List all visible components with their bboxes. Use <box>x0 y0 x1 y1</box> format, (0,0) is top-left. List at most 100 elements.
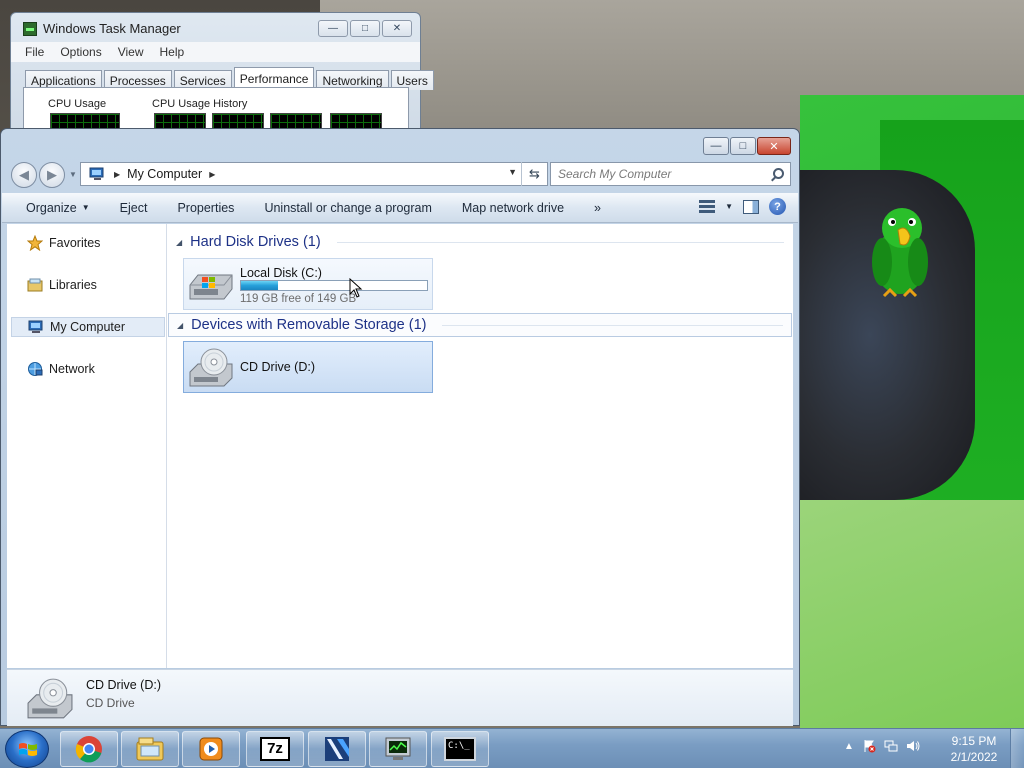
search-placeholder: Search My Computer <box>558 167 672 181</box>
map-network-drive-button[interactable]: Map network drive <box>447 201 579 215</box>
tm-menu-view[interactable]: View <box>118 45 144 59</box>
parrot-icon[interactable] <box>862 200 938 304</box>
details-item-type: CD Drive <box>86 696 135 710</box>
system-clock[interactable]: 9:15 PM 2/1/2022 <box>946 733 1002 765</box>
taskbar-media-player[interactable] <box>182 731 240 767</box>
explorer-window[interactable]: — □ ✕ ◀ ▶ ▼ ▶ My Computer ▶ ▼ ⇆ Search M… <box>0 128 800 726</box>
network-icon <box>28 362 43 376</box>
breadcrumb-my-computer[interactable]: My Computer <box>127 167 202 181</box>
taskbar-explorer[interactable] <box>121 731 179 767</box>
taskbar-task-manager[interactable] <box>369 731 427 767</box>
taskbar-chrome[interactable] <box>60 731 118 767</box>
task-manager-icon <box>385 737 411 760</box>
drive-free-space: 119 GB free of 149 GB <box>240 293 357 305</box>
computer-icon <box>89 167 104 180</box>
file-list: ◢ Hard Disk Drives (1) Local Disk (C:) 1… <box>168 224 793 668</box>
sidebar-item-favorites[interactable]: Favorites <box>7 233 165 253</box>
hard-drive-icon <box>189 274 233 300</box>
minimize-button[interactable]: — <box>703 137 729 155</box>
maximize-button[interactable]: □ <box>730 137 756 155</box>
close-button[interactable]: ✕ <box>757 137 791 155</box>
system-tray: ▲ <box>844 739 920 753</box>
preview-pane-icon[interactable] <box>743 199 759 214</box>
taskbar-app[interactable] <box>308 731 366 767</box>
start-button[interactable] <box>5 730 49 768</box>
cpu-history-label: CPU Usage History <box>152 98 248 110</box>
details-pane: CD Drive (D:) CD Drive <box>7 669 793 726</box>
taskbar: 7z C:\_ ▲ 9:15 PM 2/1/2022 <box>0 728 1024 768</box>
eject-button[interactable]: Eject <box>105 201 163 215</box>
computer-icon <box>28 320 43 333</box>
sidebar-item-label: Favorites <box>49 236 101 250</box>
explorer-body: Favorites Libraries My Computer Network … <box>7 224 793 668</box>
tm-menu-help[interactable]: Help <box>160 45 185 59</box>
details-item-name: CD Drive (D:) <box>86 678 161 692</box>
breadcrumb-separator-icon[interactable]: ▶ <box>114 170 120 179</box>
collapse-triangle-icon[interactable]: ◢ <box>176 238 182 247</box>
7zip-icon: 7z <box>260 737 290 761</box>
mouse-cursor-icon <box>349 278 363 298</box>
cpu-usage-label: CPU Usage <box>48 98 107 110</box>
task-manager-title: Windows Task Manager <box>43 21 181 36</box>
forward-button[interactable]: ▶ <box>39 162 65 188</box>
clock-time: 9:15 PM <box>951 734 997 748</box>
drive-tile-local-disk-c[interactable]: Local Disk (C:) 119 GB free of 149 GB <box>183 258 433 310</box>
task-manager-window[interactable]: Windows Task Manager — □ ✕ File Options … <box>10 12 434 143</box>
cd-drive-icon <box>189 348 233 387</box>
drive-usage-fill <box>241 281 279 290</box>
volume-icon[interactable] <box>906 739 920 753</box>
cmd-icon: C:\_ <box>444 737 476 761</box>
sidebar-item-label: Libraries <box>49 278 97 292</box>
taskbar-cmd[interactable]: C:\_ <box>431 731 489 767</box>
refresh-button[interactable]: ⇆ <box>521 162 547 186</box>
chevron-down-icon: ▼ <box>81 203 90 212</box>
explorer-icon <box>136 737 164 761</box>
recent-pages-dropdown[interactable]: ▼ <box>69 170 77 179</box>
drive-tile-cd-drive-d[interactable]: CD Drive (D:) <box>183 341 433 393</box>
network-status-icon[interactable] <box>884 739 898 753</box>
tm-menu-options[interactable]: Options <box>60 45 101 59</box>
back-button[interactable]: ◀ <box>11 162 37 188</box>
taskbar-7zip[interactable]: 7z <box>246 731 304 767</box>
cd-drive-icon <box>27 678 73 719</box>
sidebar-item-my-computer[interactable]: My Computer <box>11 317 165 337</box>
group-header-removable-storage[interactable]: ◢ Devices with Removable Storage (1) <box>168 313 792 337</box>
drive-name: Local Disk (C:) <box>240 266 322 280</box>
address-dropdown-icon[interactable]: ▼ <box>508 167 517 177</box>
task-manager-titlebar: Windows Task Manager <box>23 21 181 36</box>
more-commands-button[interactable]: » <box>579 201 616 215</box>
navigation-pane: Favorites Libraries My Computer Network <box>7 224 167 668</box>
task-manager-menubar: File Options View Help <box>11 42 420 62</box>
tm-maximize-button[interactable]: □ <box>350 20 380 37</box>
action-center-icon[interactable] <box>862 739 876 753</box>
drive-name: CD Drive (D:) <box>240 360 315 374</box>
properties-button[interactable]: Properties <box>162 201 249 215</box>
help-icon[interactable]: ? <box>769 198 786 215</box>
command-bar: Organize ▼ Eject Properties Uninstall or… <box>2 193 798 223</box>
search-icon[interactable] <box>773 168 784 179</box>
change-view-icon[interactable] <box>699 199 716 214</box>
address-bar[interactable]: ▶ My Computer ▶ ▼ ⇆ <box>80 162 548 186</box>
sidebar-item-libraries[interactable]: Libraries <box>7 275 165 295</box>
show-hidden-icons-icon[interactable]: ▲ <box>844 741 854 752</box>
show-desktop-button[interactable] <box>1010 729 1024 768</box>
star-icon <box>27 235 43 251</box>
group-header-hard-disk-drives[interactable]: ◢ Hard Disk Drives (1) <box>168 230 792 254</box>
view-options-chevron-icon[interactable]: ▼ <box>725 202 733 211</box>
forward-arrow-icon: ▶ <box>47 167 57 182</box>
windows-logo-icon <box>19 743 37 756</box>
search-input[interactable]: Search My Computer <box>550 162 791 186</box>
clock-date: 2/1/2022 <box>950 750 998 764</box>
tm-close-button[interactable]: ✕ <box>382 20 412 37</box>
task-manager-icon <box>23 21 37 36</box>
sidebar-item-network[interactable]: Network <box>7 359 165 379</box>
sidebar-item-label: Network <box>49 362 95 376</box>
breadcrumb-chevron-icon[interactable]: ▶ <box>209 170 215 179</box>
organize-button[interactable]: Organize ▼ <box>2 201 105 215</box>
tm-minimize-button[interactable]: — <box>318 20 348 37</box>
collapse-triangle-icon[interactable]: ◢ <box>177 321 183 330</box>
organize-label: Organize <box>26 200 77 215</box>
uninstall-button[interactable]: Uninstall or change a program <box>249 201 446 215</box>
tm-menu-file[interactable]: File <box>25 45 44 59</box>
sidebar-item-label: My Computer <box>50 320 126 334</box>
